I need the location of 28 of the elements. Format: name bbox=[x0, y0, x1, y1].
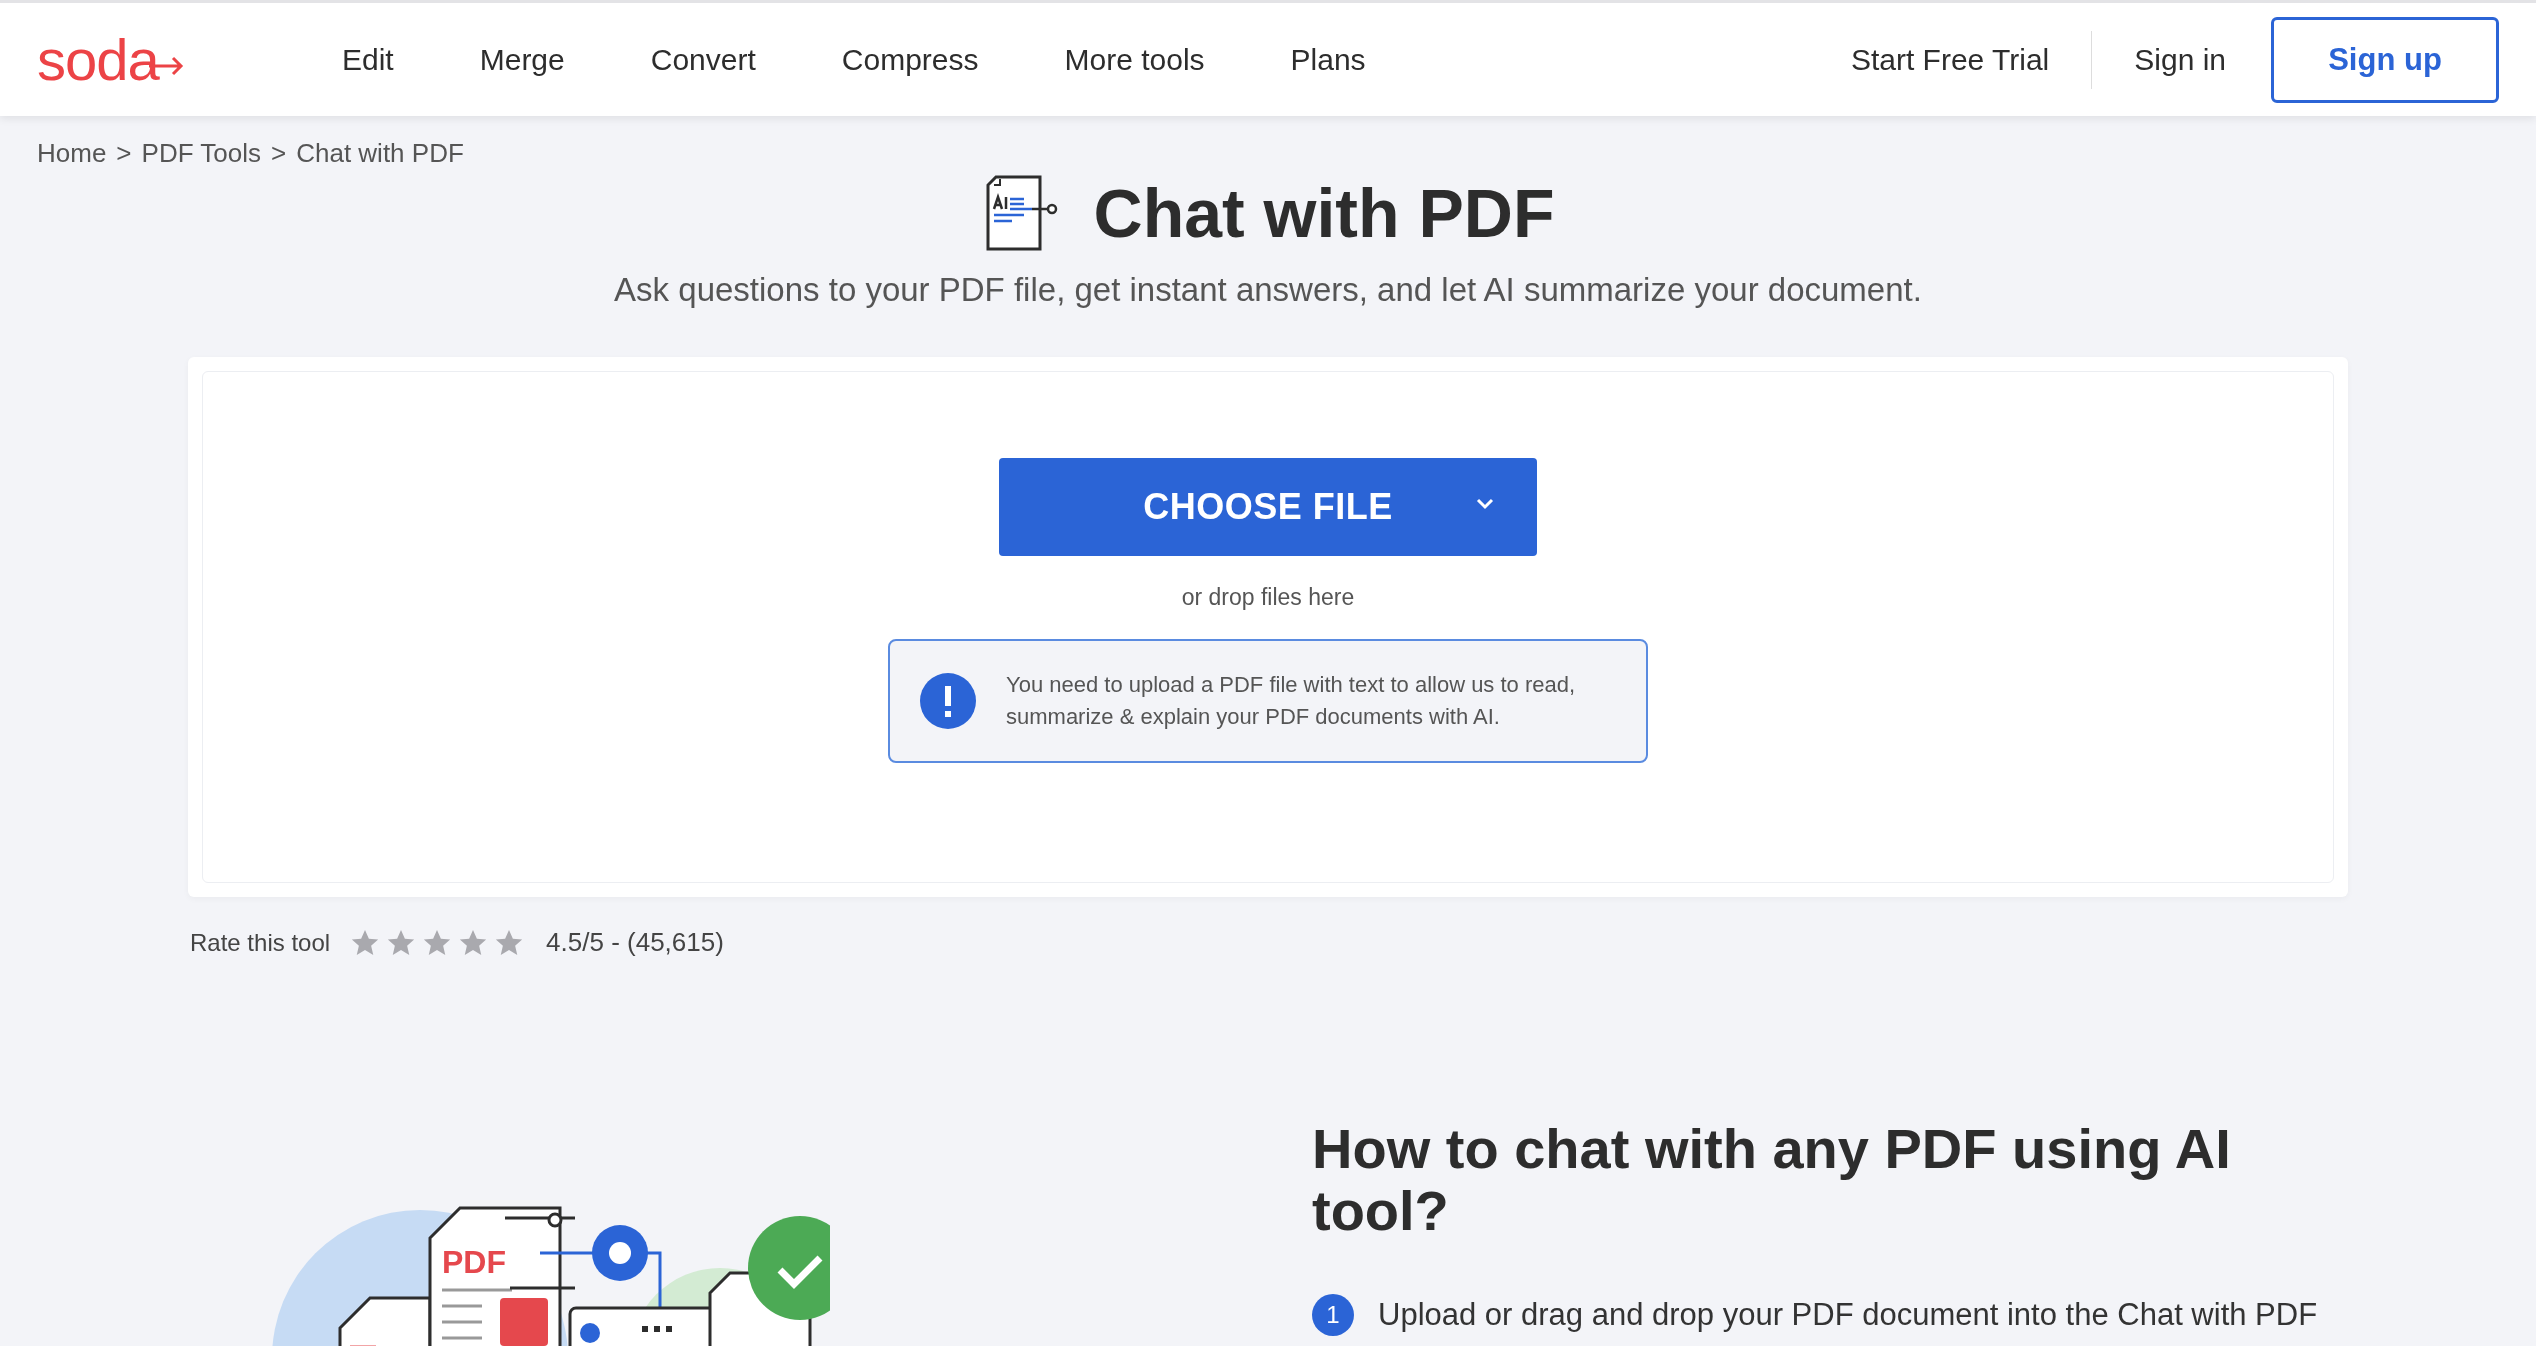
pdf-processing-drawing: PDF bbox=[270, 1198, 830, 1346]
step-number: 1 bbox=[1312, 1294, 1354, 1336]
nav-link[interactable]: Compress bbox=[841, 42, 979, 77]
rate-label: Rate this tool bbox=[190, 928, 331, 957]
breadcrumb-link[interactable]: Home bbox=[37, 138, 107, 169]
nav-link[interactable]: Edit bbox=[342, 42, 394, 77]
logo[interactable]: soda bbox=[37, 26, 202, 93]
drop-hint: or drop files here bbox=[1181, 584, 1355, 611]
sign-in-link[interactable]: Sign in bbox=[2134, 42, 2226, 77]
nav-link[interactable]: Merge bbox=[479, 42, 565, 77]
step-text: Upload or drag and drop your PDF document into the Chat with PDF bbox=[1378, 1297, 2318, 1333]
section-heading: How to chat with any PDF using AI tool? bbox=[1312, 1118, 2232, 1242]
breadcrumb-separator: > bbox=[271, 138, 287, 169]
breadcrumb-link[interactable]: Chat with PDF bbox=[296, 138, 464, 169]
page-subtitle: Ask questions to your PDF file, get instant answers, and let AI summarize your document. bbox=[613, 271, 1923, 309]
caret-icon bbox=[1475, 497, 1495, 511]
choose-file-button[interactable]: CHOOSE FILE bbox=[999, 458, 1537, 556]
rating-score: 4.5/5 - (45,615) bbox=[546, 927, 724, 958]
sign-up-button[interactable]: Sign up bbox=[2271, 16, 2499, 103]
nav-link[interactable]: Plans bbox=[1290, 42, 1366, 77]
breadcrumb-link[interactable]: PDF Tools bbox=[141, 138, 261, 169]
nav-link[interactable]: Convert bbox=[650, 42, 756, 77]
start-trial-link[interactable]: Start Free Trial bbox=[1850, 42, 2050, 77]
nav-link[interactable]: More tools bbox=[1064, 42, 1205, 77]
exclamation-icon bbox=[920, 673, 976, 729]
breadcrumb-separator: > bbox=[116, 138, 132, 169]
notice-text: You need to upload a PDF file with text to allow us to read, summarize & explain your PDF documents with AI. bbox=[1006, 671, 1577, 731]
page-title: Chat with PDF bbox=[1093, 174, 1555, 252]
